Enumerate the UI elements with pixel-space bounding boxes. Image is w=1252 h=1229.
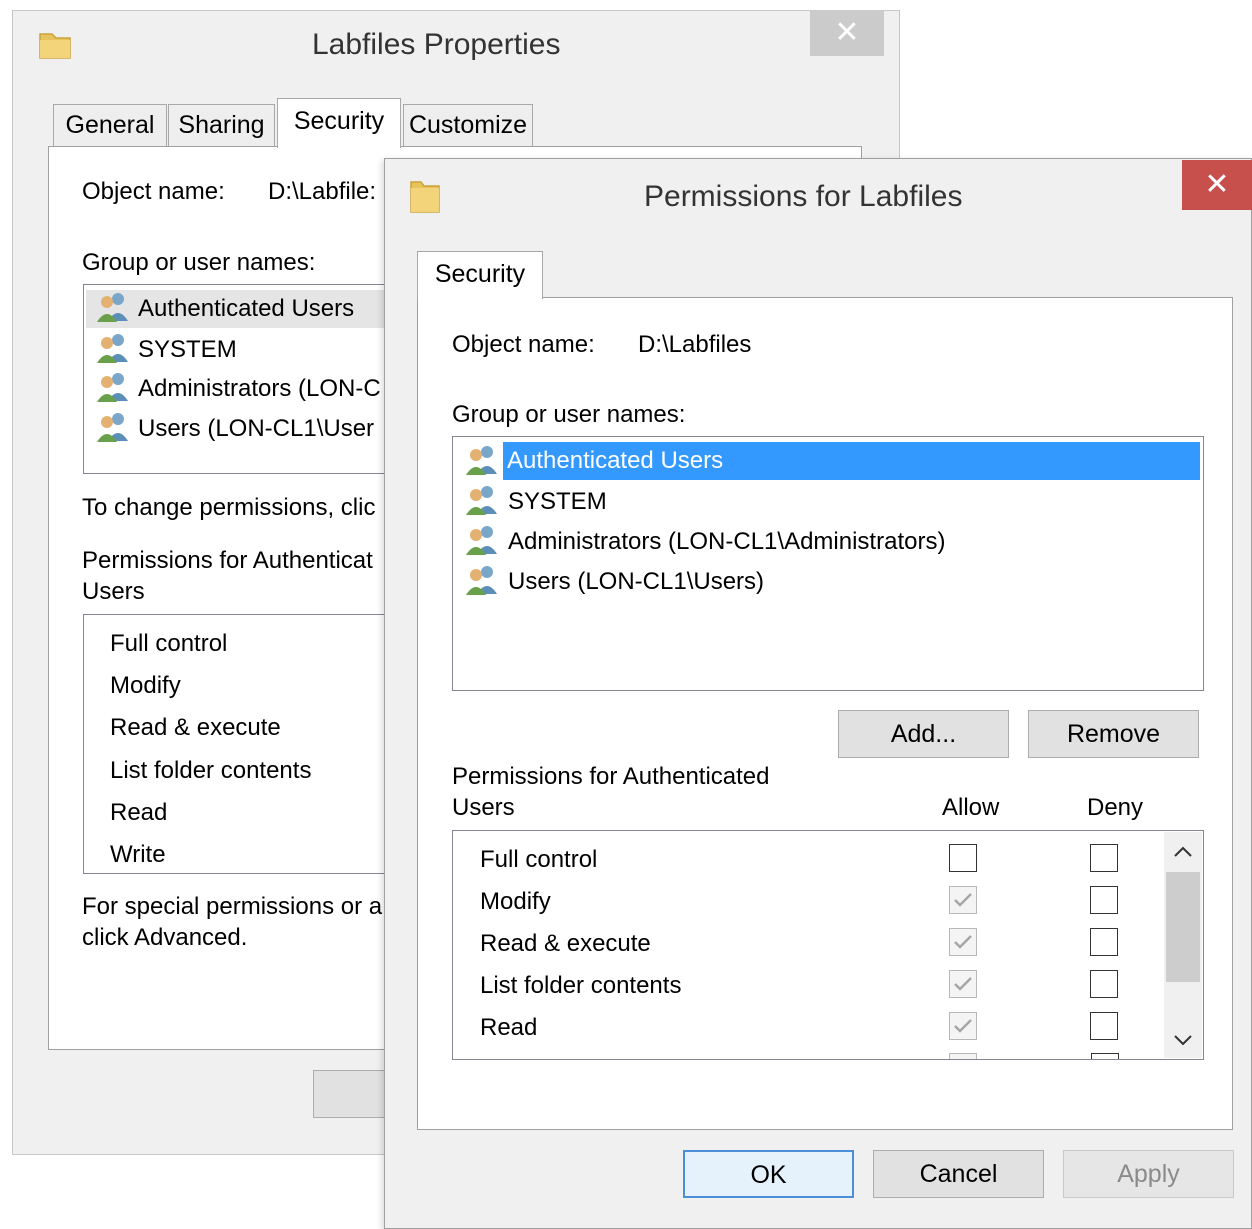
chevron-down-icon[interactable] xyxy=(1170,1030,1196,1050)
list-item[interactable]: Users (LON-CL1\User xyxy=(138,415,374,443)
window-title: Labfiles Properties xyxy=(312,28,561,61)
tab-security[interactable]: Security xyxy=(417,251,543,299)
checkmark-icon xyxy=(954,1019,972,1033)
permissions-label-user: Users xyxy=(82,578,145,605)
users-group-icon xyxy=(466,486,497,515)
group-label: Group or user names: xyxy=(82,249,316,276)
checkmark-icon xyxy=(954,935,972,949)
folder-icon xyxy=(39,33,71,59)
permissions-label: Permissions for Authenticat xyxy=(82,547,373,574)
list-item[interactable]: Users (LON-CL1\Users) xyxy=(508,568,764,596)
deny-checkbox[interactable] xyxy=(1090,1012,1118,1040)
permissions-label-user: Users xyxy=(452,794,515,821)
tab-security[interactable]: Security xyxy=(277,98,401,148)
permission-row: Read xyxy=(110,799,168,826)
special-permissions-text-2: click Advanced. xyxy=(82,924,248,951)
object-name-value: D:\Labfile: xyxy=(268,178,377,205)
group-label: Group or user names: xyxy=(452,401,686,428)
list-item[interactable]: Administrators (LON-CL1\Administrators) xyxy=(508,528,945,556)
permission-row: Full control xyxy=(110,630,228,657)
object-name-value: D:\Labfiles xyxy=(638,331,752,358)
permission-row: Read & execute xyxy=(110,714,281,741)
list-item[interactable]: Administrators (LON-C xyxy=(138,375,381,403)
add-button[interactable]: Add... xyxy=(838,710,1009,758)
list-item[interactable]: Authenticated Users xyxy=(138,295,354,323)
allow-checkbox[interactable] xyxy=(949,844,977,872)
permission-row: List folder contents xyxy=(110,757,312,784)
scrollbar-thumb[interactable] xyxy=(1166,872,1200,982)
folder-icon xyxy=(410,181,440,213)
close-icon[interactable]: ✕ xyxy=(1182,160,1252,210)
deny-checkbox[interactable] xyxy=(1090,844,1118,872)
permission-row: Read xyxy=(480,1014,538,1041)
users-group-icon xyxy=(97,373,128,402)
special-permissions-text: For special permissions or a xyxy=(82,893,383,920)
users-group-icon xyxy=(97,293,128,322)
checkmark-icon xyxy=(954,977,972,991)
window-title: Permissions for Labfiles xyxy=(644,180,963,213)
list-item-selected[interactable]: Authenticated Users xyxy=(503,442,1200,480)
list-item[interactable]: SYSTEM xyxy=(138,336,237,364)
cancel-button[interactable]: Cancel xyxy=(873,1150,1044,1198)
deny-checkbox[interactable] xyxy=(1090,928,1118,956)
object-name-label: Object name: xyxy=(82,178,225,205)
checkmark-icon xyxy=(954,893,972,907)
deny-checkbox[interactable] xyxy=(1090,970,1118,998)
close-icon[interactable]: ✕ xyxy=(810,10,884,56)
allow-checkbox[interactable] xyxy=(949,1053,977,1059)
object-name-label: Object name: xyxy=(452,331,595,358)
users-group-icon xyxy=(97,413,128,442)
permission-row: Modify xyxy=(480,888,551,915)
ok-button[interactable]: OK xyxy=(683,1150,854,1198)
users-group-icon xyxy=(466,566,497,595)
tab-general[interactable]: General xyxy=(53,104,167,146)
permission-row: Write xyxy=(110,841,166,868)
allow-checkbox[interactable] xyxy=(949,886,977,914)
allow-checkbox[interactable] xyxy=(949,1012,977,1040)
deny-column-header: Deny xyxy=(1087,794,1144,821)
allow-column-header: Allow xyxy=(942,794,1000,821)
change-permissions-text: To change permissions, clic xyxy=(82,494,376,521)
permission-row: Full control xyxy=(480,846,598,873)
tab-sharing[interactable]: Sharing xyxy=(168,104,275,146)
deny-checkbox[interactable] xyxy=(1090,886,1118,914)
deny-checkbox[interactable] xyxy=(1091,1053,1119,1059)
allow-checkbox[interactable] xyxy=(949,928,977,956)
permission-row: Modify xyxy=(110,672,181,699)
list-item[interactable]: SYSTEM xyxy=(508,488,607,516)
users-group-icon xyxy=(466,446,497,475)
apply-button[interactable]: Apply xyxy=(1063,1150,1234,1198)
permission-row: List folder contents xyxy=(480,972,682,999)
allow-checkbox[interactable] xyxy=(949,970,977,998)
chevron-up-icon[interactable] xyxy=(1170,842,1196,862)
permissions-label: Permissions for Authenticated xyxy=(452,763,770,790)
users-group-icon xyxy=(97,334,128,363)
remove-button[interactable]: Remove xyxy=(1028,710,1199,758)
permission-row: Read & execute xyxy=(480,930,651,957)
tab-customize[interactable]: Customize xyxy=(403,104,533,146)
users-group-icon xyxy=(466,526,497,555)
